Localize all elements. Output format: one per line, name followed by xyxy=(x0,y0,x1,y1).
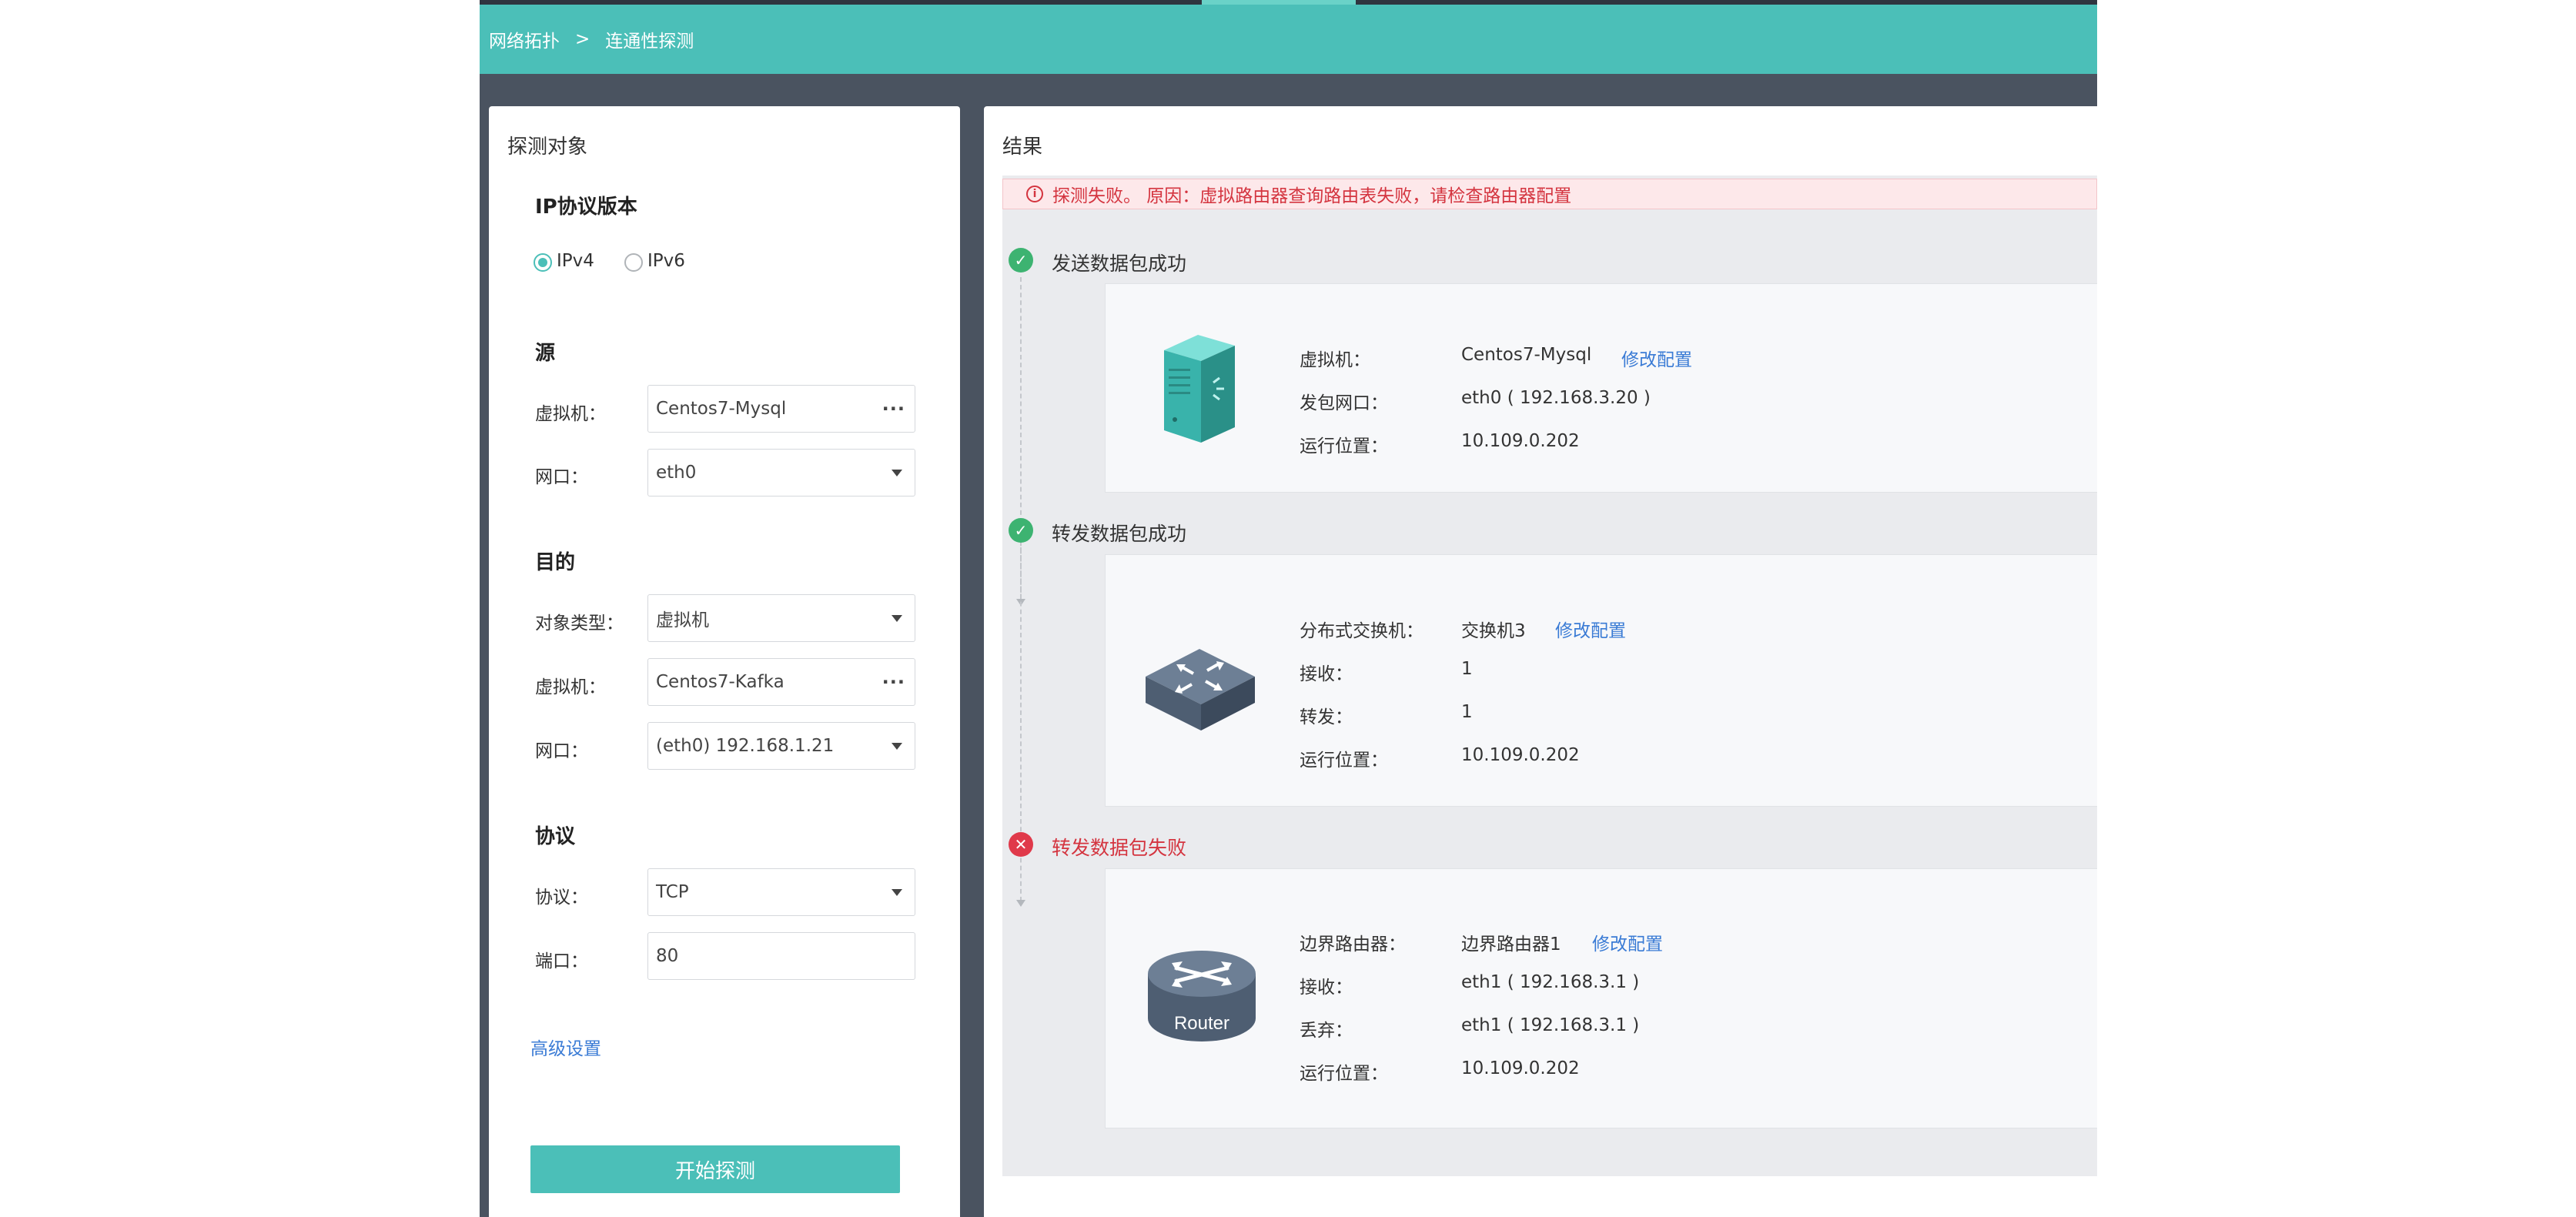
detail-label: 虚拟机： xyxy=(1300,350,1370,370)
radio-ipv4-label: IPv4 xyxy=(557,251,594,271)
advanced-settings-link[interactable]: 高级设置 xyxy=(530,1034,601,1060)
breadcrumb-current: 连通性探测 xyxy=(605,32,694,52)
detail-value: Centos7-Mysql xyxy=(1461,345,1592,365)
detail-value: 10.109.0.202 xyxy=(1461,431,1580,451)
dest-type-value: 虚拟机 xyxy=(656,610,709,630)
dest-type-label: 对象类型： xyxy=(535,614,624,634)
protocol-value: TCP xyxy=(656,882,689,902)
protocol-select[interactable]: TCP xyxy=(647,868,915,916)
results-panel: 结果 i 探测失败。 原因：虚拟路由器查询路由表失败，请检查路由器配置 ✓ 发送… xyxy=(984,106,2097,1217)
detail-value: 10.109.0.202 xyxy=(1461,1058,1580,1078)
router-icon: Router xyxy=(1148,951,1256,1041)
modify-config-link[interactable]: 修改配置 xyxy=(1592,929,1663,955)
port-input[interactable]: 80 xyxy=(647,932,915,980)
error-alert-text: 探测失败。 原因：虚拟路由器查询路由表失败，请检查路由器配置 xyxy=(1052,186,1572,206)
detail-label: 运行位置： xyxy=(1300,1064,1388,1084)
breadcrumb-root[interactable]: 网络拓扑 xyxy=(489,26,560,52)
arrow-down-icon xyxy=(1016,900,1025,907)
chevron-down-icon xyxy=(892,889,902,896)
switch-icon xyxy=(1146,649,1255,731)
dest-port-value: (eth0) 192.168.1.21 xyxy=(656,736,835,756)
step-3-card: Router xyxy=(1105,868,2097,1128)
more-icon[interactable]: ··· xyxy=(882,671,905,693)
radio-ipv6-label: IPv6 xyxy=(647,251,685,271)
port-label: 端口： xyxy=(535,951,588,971)
modify-config-link[interactable]: 修改配置 xyxy=(1555,616,1626,642)
start-probe-button[interactable]: 开始探测 xyxy=(530,1145,900,1193)
destination-title: 目的 xyxy=(535,551,576,574)
detail-label: 转发： xyxy=(1300,707,1353,727)
radio-ipv4[interactable] xyxy=(534,253,552,272)
source-port-select[interactable]: eth0 xyxy=(647,449,915,496)
protocol-label: 协议： xyxy=(535,888,588,908)
info-circle-icon: i xyxy=(1026,186,1043,202)
detail-value: 交换机3 xyxy=(1461,621,1526,641)
step-2-title: 转发数据包成功 xyxy=(1052,523,1187,545)
source-port-value: eth0 xyxy=(656,463,697,483)
success-check-icon: ✓ xyxy=(1009,518,1033,543)
port-input-value: 80 xyxy=(656,946,679,966)
ip-version-title: IP协议版本 xyxy=(535,196,637,219)
source-title: 源 xyxy=(535,342,556,365)
results-title: 结果 xyxy=(1002,135,1043,159)
detail-value: 10.109.0.202 xyxy=(1461,745,1580,765)
dest-type-select[interactable]: 虚拟机 xyxy=(647,594,915,642)
detail-value: eth1 ( 192.168.3.1 ) xyxy=(1461,972,1640,992)
chevron-down-icon xyxy=(892,470,902,476)
detail-label: 运行位置： xyxy=(1300,751,1388,771)
detail-value: 边界路由器1 xyxy=(1461,934,1561,955)
detail-value: 1 xyxy=(1461,659,1473,679)
success-check-icon: ✓ xyxy=(1009,248,1033,272)
dest-port-label: 网口： xyxy=(535,741,588,761)
error-alert: i 探测失败。 原因：虚拟路由器查询路由表失败，请检查路由器配置 xyxy=(1002,179,2097,209)
breadcrumb-separator: > xyxy=(575,29,590,49)
dest-vm-label: 虚拟机： xyxy=(535,677,606,697)
step-2-card xyxy=(1105,554,2097,807)
protocol-title: 协议 xyxy=(535,825,576,848)
detail-value: eth0 ( 192.168.3.20 ) xyxy=(1461,388,1651,408)
detail-value: eth1 ( 192.168.3.1 ) xyxy=(1461,1015,1640,1035)
dest-vm-picker[interactable]: Centos7-Kafka ··· xyxy=(647,658,915,706)
modify-config-link[interactable]: 修改配置 xyxy=(1621,345,1692,371)
chevron-down-icon xyxy=(892,743,902,750)
step-3-title: 转发数据包失败 xyxy=(1052,837,1187,859)
source-port-label: 网口： xyxy=(535,467,588,487)
detail-label: 运行位置： xyxy=(1300,436,1388,456)
source-vm-label: 虚拟机： xyxy=(535,404,606,424)
server-icon xyxy=(1164,335,1235,443)
detail-value: 1 xyxy=(1461,702,1473,722)
detail-label: 边界路由器： xyxy=(1300,934,1406,955)
more-icon[interactable]: ··· xyxy=(882,398,905,420)
detail-label: 接收： xyxy=(1300,978,1353,998)
dest-vm-value: Centos7-Kafka xyxy=(656,672,785,692)
detail-label: 接收： xyxy=(1300,664,1353,684)
detail-label: 丢弃： xyxy=(1300,1021,1353,1041)
probe-target-panel: 探测对象 IP协议版本 IPv4 IPv6 源 虚拟机： Centos7-Mys… xyxy=(489,106,960,1217)
radio-ipv6[interactable] xyxy=(624,253,643,272)
router-caption: Router xyxy=(1174,1013,1229,1034)
detail-label: 发包网口： xyxy=(1300,393,1388,413)
error-x-icon: ✕ xyxy=(1009,832,1033,857)
dest-port-select[interactable]: (eth0) 192.168.1.21 xyxy=(647,722,915,770)
app-window: 网络拓扑 > 连通性探测 探测对象 IP协议版本 IPv4 IPv6 源 虚拟机… xyxy=(480,0,2097,1217)
step-1-title: 发送数据包成功 xyxy=(1052,252,1187,275)
breadcrumb: 网络拓扑 > 连通性探测 xyxy=(480,5,2097,74)
source-vm-picker[interactable]: Centos7-Mysql ··· xyxy=(647,385,915,433)
source-vm-value: Centos7-Mysql xyxy=(656,399,787,419)
chevron-down-icon xyxy=(892,615,902,622)
panel-title: 探测对象 xyxy=(507,135,588,159)
detail-label: 分布式交换机： xyxy=(1300,621,1423,641)
